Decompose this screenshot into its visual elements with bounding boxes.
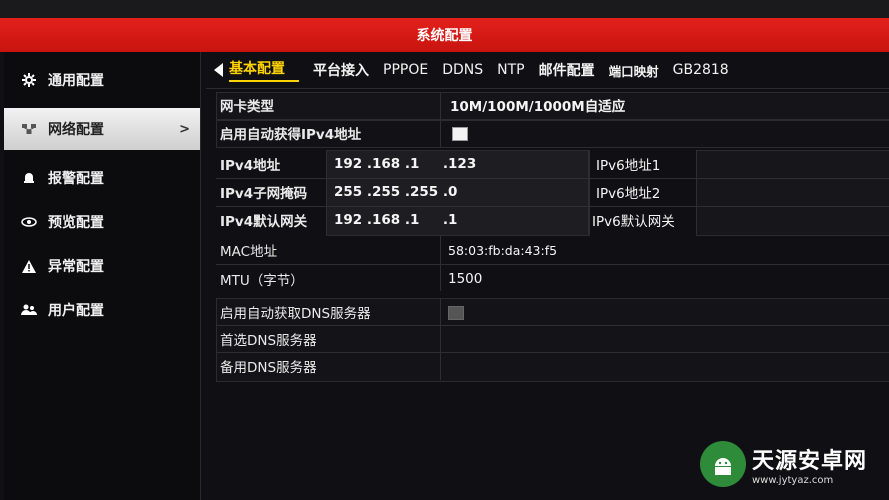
mtu-row: MTU（字节） 1500: [216, 266, 889, 292]
tab-bar: 基本配置 平台接入 PPPOE DDNS NTP 邮件配置 端口映射 GB281…: [206, 52, 889, 89]
alarm-icon: [20, 169, 38, 187]
mtu-label: MTU（字节）: [220, 273, 304, 289]
divider: [216, 264, 889, 265]
tab-scroll-left-icon[interactable]: [214, 63, 223, 77]
ipv4-mask-label: IPv4子网掩码: [220, 186, 308, 202]
tab-gb28181[interactable]: GB2818: [673, 62, 743, 78]
sidebar: 通用配置 网络配置 > 报警配置 预览配置 异常配置 用户配置: [4, 52, 201, 500]
ipv4-gw-input[interactable]: 192 .168 .1 .1: [334, 212, 457, 228]
sidebar-item-general[interactable]: 通用配置: [4, 58, 200, 102]
dhcp-dns-label: 启用自动获取DNS服务器: [220, 306, 371, 322]
ipv4-mask-row: IPv4子网掩码 255 .255 .255 .0 IPv6地址2: [216, 179, 889, 205]
users-icon: [20, 301, 38, 319]
network-icon: [20, 120, 38, 138]
ipv6-gw-label: IPv6默认网关: [592, 214, 675, 230]
divider: [440, 120, 441, 148]
ipv4-addr-row: IPv4地址 192 .168 .1 .123 IPv6地址1: [216, 151, 889, 177]
dns2-row: 备用DNS服务器: [216, 353, 889, 379]
ipv6-addr1-label: IPv6地址1: [596, 158, 661, 174]
dhcp-ipv4-checkbox[interactable]: [452, 127, 468, 141]
sidebar-item-user[interactable]: 用户配置: [4, 288, 200, 332]
sidebar-item-label: 用户配置: [48, 303, 104, 319]
sidebar-item-label: 异常配置: [48, 259, 104, 275]
watermark-title: 天源安卓网: [752, 448, 868, 474]
mtu-input[interactable]: 1500: [448, 271, 482, 287]
window-title: 系统配置: [0, 18, 889, 52]
mac-value: 58:03:fb:da:43:f5: [448, 242, 558, 258]
screen-bezel: [0, 0, 889, 20]
gear-icon: [20, 71, 38, 89]
sidebar-item-exception[interactable]: 异常配置: [4, 244, 200, 288]
android-logo-icon: [700, 441, 746, 487]
ipv4-gw-label: IPv4默认网关: [220, 214, 308, 230]
config-window: 通用配置 网络配置 > 报警配置 预览配置 异常配置 用户配置 基本配置 平台接…: [0, 52, 889, 500]
main-panel: 基本配置 平台接入 PPPOE DDNS NTP 邮件配置 端口映射 GB281…: [206, 52, 889, 500]
nic-type-select[interactable]: 10M/100M/1000M自适应: [450, 95, 625, 115]
tab-basic[interactable]: 基本配置: [229, 58, 299, 82]
dhcp-ipv4-label: 启用自动获得IPv4地址: [220, 127, 362, 143]
tab-platform[interactable]: 平台接入: [313, 60, 383, 80]
sidebar-item-alarm[interactable]: 报警配置: [4, 156, 200, 200]
dns1-row: 首选DNS服务器: [216, 326, 889, 352]
dhcp-ipv4-row: 启用自动获得IPv4地址: [216, 120, 889, 146]
ipv6-addr2-label: IPv6地址2: [596, 186, 661, 202]
divider: [440, 92, 441, 120]
dhcp-dns-checkbox[interactable]: [448, 306, 464, 320]
nic-type-row: 网卡类型 10M/100M/1000M自适应: [216, 92, 889, 118]
tab-ntp[interactable]: NTP: [497, 62, 538, 78]
dhcp-dns-row: 启用自动获取DNS服务器: [216, 299, 889, 325]
ipv4-gw-row: IPv4默认网关 192 .168 .1 .1 IPv6默认网关: [216, 207, 889, 233]
mac-label: MAC地址: [220, 244, 278, 260]
ipv4-addr-input[interactable]: 192 .168 .1 .123: [334, 156, 476, 172]
tab-pppoe[interactable]: PPPOE: [383, 62, 442, 78]
sidebar-item-label: 网络配置: [48, 122, 104, 138]
eye-icon: [20, 213, 38, 231]
dns1-label: 首选DNS服务器: [220, 333, 317, 349]
ipv4-mask-input[interactable]: 255 .255 .255 .0: [334, 184, 457, 200]
nic-type-label: 网卡类型: [220, 99, 274, 115]
tab-email[interactable]: 邮件配置: [539, 60, 609, 80]
sidebar-item-preview[interactable]: 预览配置: [4, 200, 200, 244]
tab-ddns[interactable]: DDNS: [442, 62, 497, 78]
tab-port-mapping[interactable]: 端口映射: [609, 61, 673, 80]
site-watermark: 天源安卓网 www.jytyaz.com: [700, 436, 880, 492]
dns2-label: 备用DNS服务器: [220, 360, 317, 376]
warning-icon: [20, 257, 38, 275]
chevron-right-icon: >: [179, 121, 190, 137]
watermark-url: www.jytyaz.com: [752, 474, 834, 486]
ipv4-addr-label: IPv4地址: [220, 158, 281, 174]
sidebar-item-network[interactable]: 网络配置 >: [4, 108, 200, 150]
sidebar-item-label: 预览配置: [48, 215, 104, 231]
mac-row: MAC地址 58:03:fb:da:43:f5: [216, 237, 889, 263]
sidebar-item-label: 通用配置: [48, 73, 104, 89]
sidebar-item-label: 报警配置: [48, 171, 104, 187]
